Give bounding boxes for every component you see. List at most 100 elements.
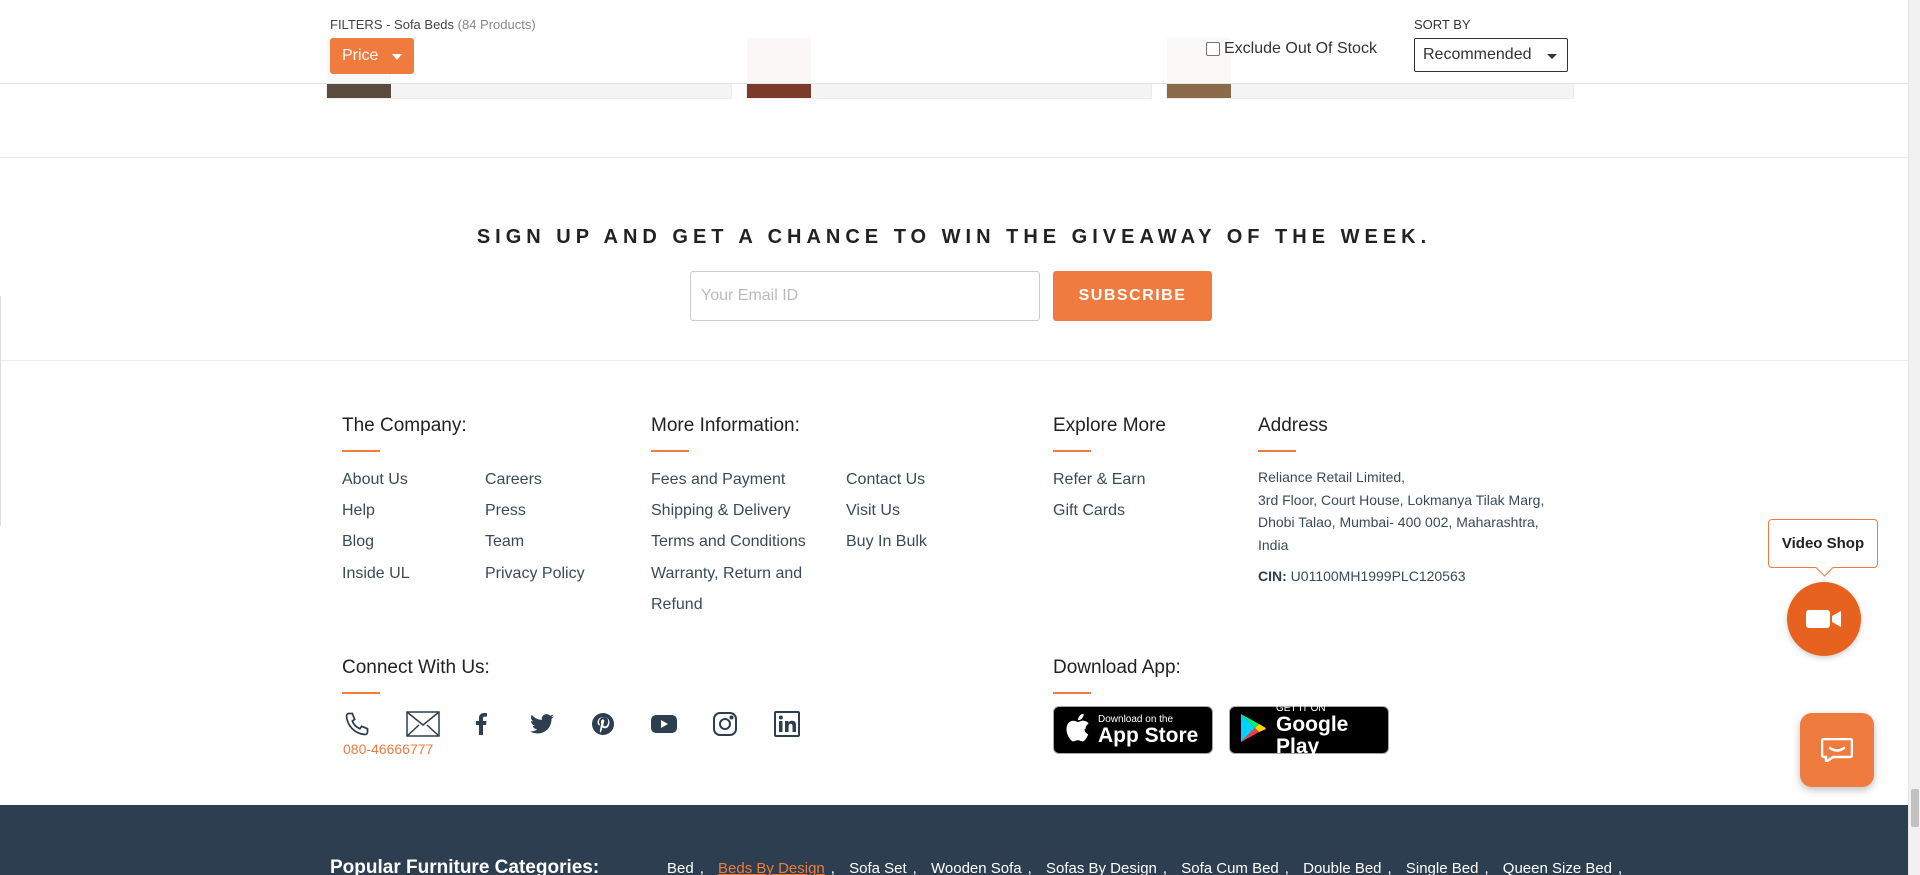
newsletter-heading: SIGN UP AND GET A CHANCE TO WIN THE GIVE…	[476, 226, 1432, 248]
footer-link-team[interactable]: Team	[485, 532, 524, 552]
exclude-checkbox[interactable]	[1206, 42, 1220, 56]
price-filter-button[interactable]: Price	[330, 38, 414, 74]
separator: ,	[1284, 860, 1289, 875]
footer-link-gift-cards[interactable]: Gift Cards	[1053, 501, 1125, 521]
separator: ,	[1027, 860, 1032, 875]
footer-link-warranty[interactable]: Warranty, Return and	[651, 564, 802, 584]
popular-categories-list: Bed, Beds By Design, Sofa Set, Wooden So…	[667, 860, 1632, 875]
sort-select[interactable]: Recommended	[1414, 38, 1568, 72]
footer-link-contact-us[interactable]: Contact Us	[846, 470, 925, 490]
explore-heading: Explore More	[1053, 415, 1166, 436]
caret-down-icon	[392, 54, 402, 60]
address-line: Dhobi Talao, Mumbai- 400 002, Maharashtr…	[1258, 514, 1539, 530]
video-camera-icon	[1806, 610, 1841, 628]
company-heading: The Company:	[342, 415, 467, 436]
more-info-heading: More Information:	[651, 415, 800, 436]
mail-icon[interactable]	[405, 709, 441, 739]
twitter-icon[interactable]	[527, 709, 557, 739]
phone-number[interactable]: 080-46666777	[343, 741, 433, 757]
footer-link-buy-in-bulk[interactable]: Buy In Bulk	[846, 532, 927, 552]
address-line: Reliance Retail Limited,	[1258, 469, 1406, 485]
chat-icon	[1821, 738, 1853, 762]
footer-link-terms[interactable]: Terms and Conditions	[651, 532, 806, 552]
cin-number: CIN: U01100MH1999PLC120563	[1258, 568, 1466, 584]
heading-underline	[1053, 450, 1091, 452]
app-store-badge[interactable]: Download on the App Store	[1053, 706, 1213, 754]
filters-title: FILTERS - Sofa Beds (84 Products)	[330, 17, 536, 32]
google-play-badge[interactable]: GET IT ON Google Play	[1229, 702, 1389, 757]
footer-link-about-us[interactable]: About Us	[342, 470, 408, 490]
sort-select-value: Recommended	[1423, 46, 1532, 63]
instagram-icon[interactable]	[710, 709, 740, 739]
page-scrollbar[interactable]	[1908, 0, 1920, 875]
category-link-double-bed[interactable]: Double Bed	[1303, 860, 1381, 875]
heading-underline	[1258, 450, 1296, 452]
footer-link-blog[interactable]: Blog	[342, 532, 374, 552]
footer-link-help[interactable]: Help	[342, 501, 375, 521]
video-shop-label[interactable]: Video Shop	[1768, 519, 1878, 568]
connect-heading: Connect With Us:	[342, 657, 490, 678]
footer-link-inside-ul[interactable]: Inside UL	[342, 564, 410, 584]
scrollbar-thumb[interactable]	[1911, 789, 1919, 827]
separator: ,	[1618, 860, 1623, 875]
app-store-big-text: App Store	[1098, 723, 1199, 747]
divider	[0, 157, 1908, 158]
cin-label: CIN:	[1258, 568, 1287, 584]
google-play-icon	[1240, 713, 1268, 748]
edge-line	[0, 296, 1, 526]
price-filter-label: Price	[342, 47, 379, 64]
google-play-big-text: Google Play	[1276, 712, 1349, 758]
heading-underline	[1053, 692, 1091, 694]
heading-underline	[651, 450, 689, 452]
google-play-small-text: GET IT ON	[1276, 702, 1326, 714]
footer-link-shipping-delivery[interactable]: Shipping & Delivery	[651, 501, 791, 521]
heading-underline	[342, 450, 380, 452]
subscribe-button[interactable]: SUBSCRIBE	[1053, 271, 1212, 321]
product-count: (84 Products)	[457, 17, 536, 32]
category-link-sofa-set[interactable]: Sofa Set	[849, 860, 907, 875]
divider	[0, 360, 1908, 361]
footer-link-refer-earn[interactable]: Refer & Earn	[1053, 470, 1145, 490]
category-link-single-bed[interactable]: Single Bed	[1406, 860, 1479, 875]
separator: ,	[912, 860, 917, 875]
facebook-icon[interactable]	[466, 709, 496, 739]
youtube-icon[interactable]	[649, 709, 679, 739]
separator: ,	[1162, 860, 1168, 875]
linkedin-icon[interactable]	[772, 709, 802, 739]
address-heading: Address	[1258, 415, 1328, 436]
exclude-label: Exclude Out Of Stock	[1224, 40, 1377, 57]
footer-link-fees-payment[interactable]: Fees and Payment	[651, 470, 785, 490]
app-store-small-text: Download on the	[1098, 713, 1174, 725]
separator: ,	[830, 860, 835, 875]
address-line: 3rd Floor, Court House, Lokmanya Tilak M…	[1258, 491, 1545, 508]
footer-link-press[interactable]: Press	[485, 501, 526, 521]
separator: ,	[1484, 860, 1489, 875]
footer-link-careers[interactable]: Careers	[485, 470, 542, 490]
filters-category: FILTERS - Sofa Beds	[330, 17, 455, 32]
category-link-sofas-by-design[interactable]: Sofas By Design	[1046, 860, 1157, 875]
cin-value: U01100MH1999PLC120563	[1290, 568, 1466, 584]
caret-down-icon	[1547, 54, 1557, 59]
apple-icon	[1064, 713, 1090, 748]
category-link-queen-size-bed[interactable]: Queen Size Bed	[1503, 860, 1612, 875]
separator: ,	[1387, 860, 1392, 875]
footer-link-warranty-cont[interactable]: Refund	[651, 595, 703, 615]
footer-link-visit-us[interactable]: Visit Us	[846, 501, 900, 521]
category-link-sofa-cum-bed[interactable]: Sofa Cum Bed	[1181, 860, 1279, 875]
category-link-bed[interactable]: Bed	[667, 860, 694, 875]
video-shop-button[interactable]	[1787, 582, 1861, 656]
chat-button[interactable]	[1800, 713, 1874, 787]
category-link-wooden-sofa[interactable]: Wooden Sofa	[931, 860, 1022, 875]
phone-icon[interactable]	[342, 709, 372, 739]
footer-link-privacy-policy[interactable]: Privacy Policy	[485, 564, 585, 584]
exclude-out-of-stock-toggle[interactable]: Exclude Out Of Stock	[1206, 40, 1377, 58]
category-link-beds-by-design[interactable]: Beds By Design	[718, 860, 825, 875]
address-line: India	[1258, 536, 1289, 553]
popular-categories-heading: Popular Furniture Categories:	[330, 857, 600, 875]
separator: ,	[699, 860, 704, 875]
pinterest-icon[interactable]	[588, 709, 618, 739]
email-input[interactable]	[690, 271, 1040, 321]
sort-by-label: SORT BY	[1414, 17, 1471, 32]
download-heading: Download App:	[1053, 657, 1181, 678]
filter-bar: FILTERS - Sofa Beds (84 Products) Price …	[0, 0, 1908, 84]
